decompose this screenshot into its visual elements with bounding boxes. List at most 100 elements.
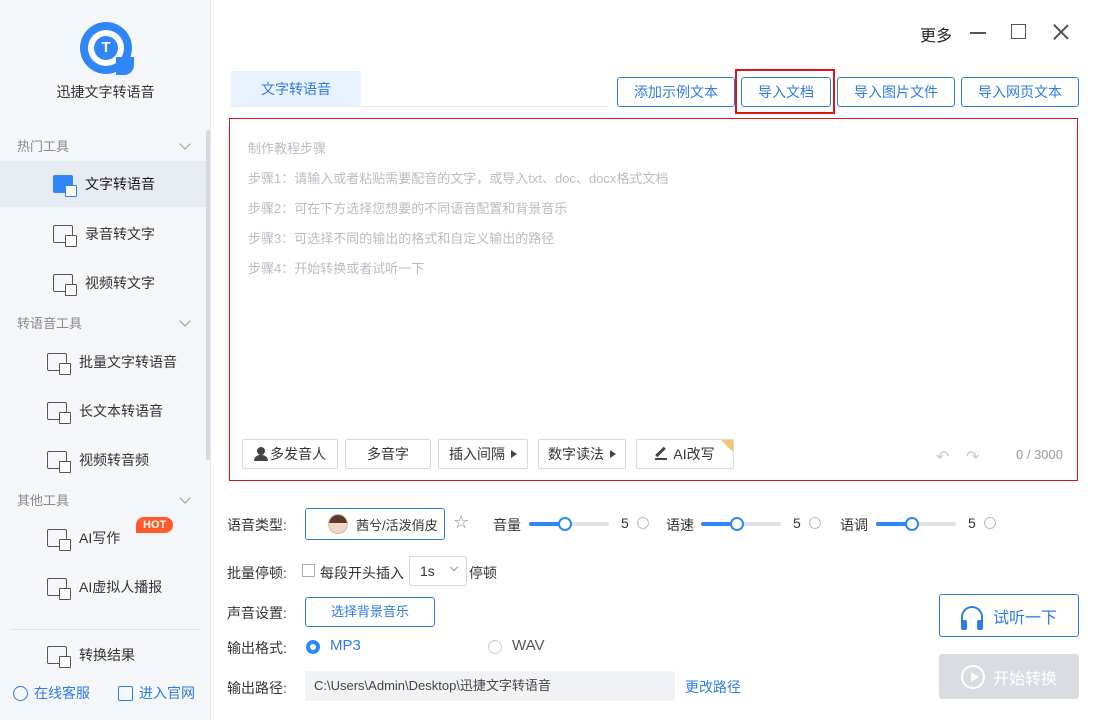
play-icon: [960, 664, 985, 689]
multi-speaker-button[interactable]: 多发音人: [242, 439, 338, 469]
format-wav-label: WAV: [512, 637, 545, 654]
volume-slider-knob[interactable]: [558, 517, 572, 531]
speed-label: 语速: [666, 517, 694, 533]
sidebar-item-audio-to-text[interactable]: 录音转文字: [0, 211, 206, 257]
pitch-slider[interactable]: [876, 517, 956, 531]
preview-button[interactable]: 试听一下: [939, 594, 1079, 637]
sidebar-item-video-to-text[interactable]: 视频转文字: [0, 260, 206, 306]
minimize-icon[interactable]: [970, 32, 986, 34]
section-hot-tools[interactable]: 热门工具: [17, 136, 191, 155]
hot-badge: HOT: [136, 517, 174, 533]
headphones-icon: [960, 605, 983, 630]
pitch-label: 语调: [840, 517, 868, 533]
volume-value: 5: [621, 515, 629, 531]
change-path-link[interactable]: 更改路径: [685, 677, 741, 697]
char-counter: 0 / 3000: [1016, 447, 1063, 462]
vip-corner-icon: [721, 440, 733, 452]
speed-slider[interactable]: [701, 517, 781, 531]
close-icon[interactable]: [1051, 22, 1071, 42]
pause-duration-select[interactable]: 1s: [409, 556, 467, 586]
voice-type-label: 语音类型:: [227, 517, 287, 533]
maximize-icon[interactable]: [1011, 24, 1026, 39]
undo-icon[interactable]: ↶: [936, 447, 949, 467]
guide-step: 步骤3：可选择不同的输出的格式和自定义输出的路径: [248, 231, 555, 246]
paragraph-pause-checkbox[interactable]: [302, 564, 315, 577]
audio-to-text-icon: [53, 225, 77, 247]
caret-right-icon: [511, 450, 517, 458]
long-text-icon: [47, 402, 71, 424]
output-path-label: 输出路径:: [227, 680, 287, 696]
video-to-audio-icon: [47, 451, 71, 473]
paragraph-pause-label: 每段开头插入: [320, 565, 404, 581]
chevron-down-icon: [179, 314, 191, 327]
favorite-star-icon[interactable]: ☆: [453, 512, 469, 533]
sidebar-item-ai-avatar[interactable]: AI虚拟人播报: [0, 564, 206, 610]
speed-reset-icon[interactable]: [809, 517, 821, 529]
highlight-box: [735, 69, 835, 114]
sidebar-item-ai-writing[interactable]: AI写作: [0, 515, 206, 561]
volume-label: 音量: [493, 517, 521, 533]
pause-suffix-label: 停顿: [469, 565, 497, 581]
add-sample-text-button[interactable]: 添加示例文本: [617, 77, 735, 107]
pitch-slider-knob[interactable]: [905, 517, 919, 531]
ai-avatar-icon: [47, 578, 71, 600]
chevron-down-icon: [179, 491, 191, 504]
guide-title: 制作教程步骤: [248, 141, 327, 156]
ai-writing-icon: [47, 529, 71, 551]
monitor-icon: [118, 685, 133, 701]
output-path-field[interactable]: C:\Users\Admin\Desktop\迅捷文字转语音: [305, 671, 675, 701]
tab-underline: [361, 106, 609, 107]
format-wav-radio[interactable]: [488, 640, 502, 654]
sidebar-item-video-to-audio[interactable]: 视频转音频: [0, 437, 206, 483]
chevron-down-icon: [179, 137, 191, 150]
section-other-tools[interactable]: 其他工具: [17, 490, 191, 509]
format-mp3-radio[interactable]: [306, 640, 320, 654]
insert-pause-button[interactable]: 插入间隔: [438, 439, 528, 469]
guide-step: 步骤2：可在下方选择您想要的不同语音配置和背景音乐: [248, 201, 568, 216]
more-menu[interactable]: 更多: [920, 22, 952, 46]
pitch-value: 5: [968, 515, 976, 531]
results-icon: [47, 646, 71, 668]
batch-tts-icon: [47, 353, 71, 375]
batch-pause-label: 批量停顿:: [227, 565, 287, 581]
voice-select-button[interactable]: 茜兮/活泼俏皮: [305, 508, 445, 540]
pen-icon: [655, 448, 668, 460]
format-mp3-label: MP3: [330, 637, 361, 654]
headset-icon: [13, 685, 28, 701]
sound-settings-label: 声音设置:: [227, 605, 287, 621]
pitch-reset-icon[interactable]: [984, 517, 996, 529]
caret-right-icon: [610, 450, 616, 458]
import-image-button[interactable]: 导入图片文件: [837, 77, 955, 107]
volume-slider[interactable]: [529, 517, 609, 531]
website-link[interactable]: 进入官网: [118, 683, 195, 703]
app-logo-icon: T: [80, 22, 134, 75]
number-reading-button[interactable]: 数字读法: [538, 439, 626, 469]
tab-text-to-speech[interactable]: 文字转语音: [231, 71, 361, 107]
video-to-text-icon: [53, 274, 77, 296]
start-convert-button[interactable]: 开始转换: [939, 654, 1079, 699]
speed-slider-knob[interactable]: [730, 517, 744, 531]
import-webpage-button[interactable]: 导入网页文本: [961, 77, 1079, 107]
sidebar-item-results[interactable]: 转换结果: [0, 632, 206, 678]
output-format-label: 输出格式:: [227, 640, 287, 656]
person-icon: [254, 447, 268, 461]
sidebar-divider: [10, 629, 200, 630]
select-bgm-button[interactable]: 选择背景音乐: [305, 597, 435, 627]
speed-value: 5: [793, 515, 801, 531]
app-name: 迅捷文字转语音: [56, 84, 155, 100]
voice-avatar: [328, 514, 348, 534]
polyphone-button[interactable]: 多音字: [345, 439, 431, 469]
redo-icon[interactable]: ↷: [966, 447, 979, 467]
sidebar-item-text-to-speech[interactable]: 文字转语音: [0, 161, 206, 207]
sidebar-item-batch-tts[interactable]: 批量文字转语音: [0, 339, 206, 385]
volume-reset-icon[interactable]: [637, 517, 649, 529]
sidebar-item-long-text-tts[interactable]: 长文本转语音: [0, 388, 206, 434]
sidebar-scrollbar[interactable]: [206, 130, 210, 460]
section-speech-tools[interactable]: 转语音工具: [17, 313, 191, 332]
sidebar: T 迅捷文字转语音 热门工具 文字转语音 录音转文字 视频转文字 转语音工具 批…: [0, 0, 211, 720]
guide-step: 步骤4：开始转换或者试听一下: [248, 261, 425, 276]
online-support-link[interactable]: 在线客服: [13, 683, 90, 703]
ai-rewrite-button[interactable]: AI改写: [636, 439, 734, 469]
chevron-down-icon: [449, 562, 459, 572]
text-editor[interactable]: 制作教程步骤 步骤1：请输入或者粘贴需要配音的文字，或导入txt、doc、doc…: [229, 118, 1078, 481]
